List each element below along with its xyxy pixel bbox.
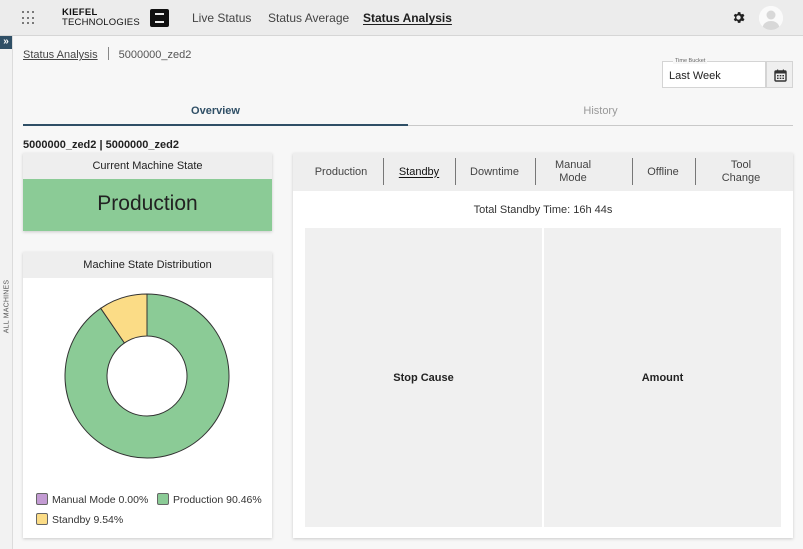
breadcrumb-status-analysis-link[interactable]: Status Analysis	[23, 49, 98, 61]
time-bucket-field[interactable]: Time Bucket Last Week	[662, 58, 766, 88]
logo-line-1: KIEFEL	[62, 7, 98, 18]
state-details-panel: Production Standby Downtime Manual Mode …	[293, 153, 793, 538]
tab-history[interactable]: History	[408, 100, 793, 126]
time-bucket-value: Last Week	[669, 70, 721, 82]
logo-line-2: TECHNOLOGIES	[62, 17, 140, 28]
distribution-title: Machine State Distribution	[23, 252, 272, 278]
state-tab-standby[interactable]: Standby	[385, 153, 453, 191]
machines-sidebar: » ALL MACHINES	[0, 36, 13, 549]
tab-separator	[535, 158, 536, 185]
machine-title: 5000000_zed2 | 5000000_zed2	[23, 139, 179, 151]
state-tab-offline[interactable]: Offline	[634, 153, 692, 191]
state-tab-production[interactable]: Production	[303, 153, 379, 191]
legend-swatch	[36, 513, 48, 525]
current-state-title: Current Machine State	[23, 153, 272, 179]
legend-label: Standby 9.54%	[52, 514, 124, 526]
calendar-button[interactable]	[766, 61, 793, 88]
legend-item-standby[interactable]: Standby 9.54%	[36, 513, 123, 526]
legend-swatch	[36, 493, 48, 505]
calendar-icon	[774, 69, 787, 82]
stop-cause-column: Stop Cause	[305, 228, 542, 527]
state-distribution-donut-chart	[64, 293, 230, 459]
tab-separator	[632, 158, 633, 185]
current-state-card: Current Machine State Production	[23, 153, 272, 231]
logo-mark-icon	[150, 9, 169, 27]
legend-item-production[interactable]: Production 90.46%	[157, 493, 262, 506]
user-avatar-icon[interactable]	[759, 6, 783, 30]
state-tab-manual-mode[interactable]: Manual Mode	[543, 153, 603, 191]
app-grid-icon[interactable]	[22, 11, 36, 25]
top-bar: KIEFEL TECHNOLOGIES Live Status Status A…	[0, 0, 803, 36]
time-bucket-label: Time Bucket	[673, 58, 708, 64]
legend-label: Manual Mode 0.00%	[52, 494, 149, 506]
time-bucket-picker: Time Bucket Last Week	[662, 58, 793, 88]
all-machines-label[interactable]: ALL MACHINES	[4, 278, 11, 336]
legend-label: Production 90.46%	[173, 494, 262, 506]
sidebar-expand-button[interactable]: »	[0, 36, 12, 49]
state-tabs: Production Standby Downtime Manual Mode …	[293, 153, 793, 191]
tab-separator	[695, 158, 696, 185]
tab-overview[interactable]: Overview	[23, 100, 408, 126]
view-tabs: Overview History	[23, 100, 793, 126]
tab-separator	[383, 158, 384, 185]
state-tab-tool-change[interactable]: Tool Change	[713, 153, 769, 191]
total-standby-time: Total Standby Time: 16h 44s	[473, 204, 613, 216]
nav-status-average[interactable]: Status Average	[268, 11, 349, 25]
nav-live-status[interactable]: Live Status	[192, 11, 251, 25]
breadcrumb-current: 5000000_zed2	[118, 49, 192, 61]
tab-separator	[455, 158, 456, 185]
state-tab-downtime[interactable]: Downtime	[457, 153, 532, 191]
nav-status-analysis[interactable]: Status Analysis	[363, 11, 452, 25]
legend-swatch	[157, 493, 169, 505]
breadcrumb-separator	[107, 47, 109, 60]
current-state-value: Production	[23, 179, 272, 231]
amount-column: Amount	[544, 228, 781, 527]
legend-item-manual-mode[interactable]: Manual Mode 0.00%	[36, 493, 148, 506]
gear-icon[interactable]	[731, 10, 746, 25]
breadcrumb: Status Analysis 5000000_zed2	[23, 47, 191, 61]
distribution-card: Machine State Distribution Manual Mode 0…	[23, 252, 272, 538]
